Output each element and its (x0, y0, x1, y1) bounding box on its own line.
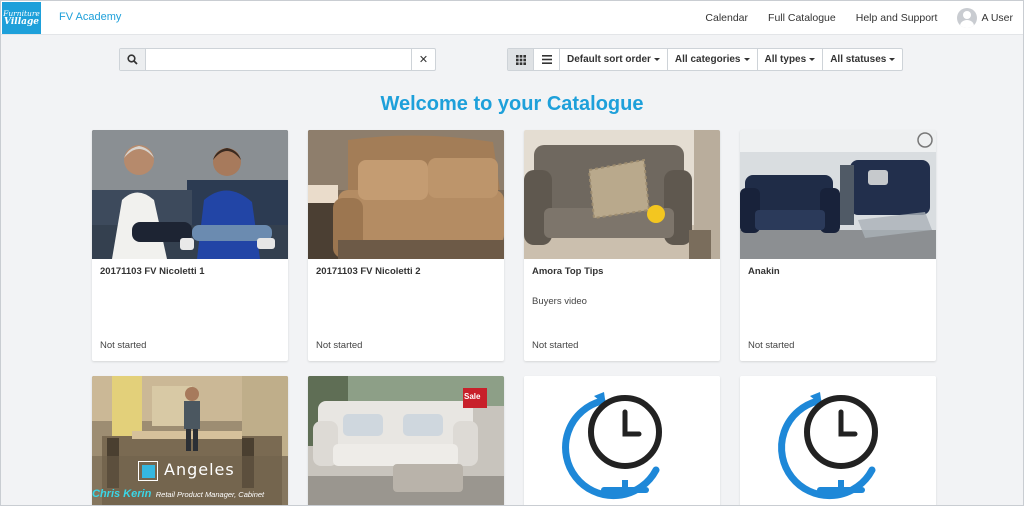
sort-order-dropdown[interactable]: Default sort order (560, 49, 668, 70)
course-thumbnail-image (740, 130, 936, 259)
user-name: A User (981, 12, 1013, 24)
catalogue-card[interactable]: 20171103 FV Nicoletti 1 Not started (92, 130, 288, 361)
chevron-down-icon (653, 58, 660, 61)
video-presenter-role: Retail Product Manager, Cabinet (155, 490, 265, 499)
sort-order-label: Default sort order (567, 54, 651, 65)
search-icon[interactable] (120, 49, 146, 70)
chevron-down-icon (809, 58, 816, 61)
nav-links: Calendar Full Catalogue Help and Support… (685, 1, 1013, 35)
sale-sign: Sale (464, 392, 481, 401)
course-thumbnail-image (524, 130, 720, 259)
course-thumbnail-image: Sale (308, 376, 504, 505)
clock-placeholder-icon (562, 392, 662, 500)
catalogue-card[interactable]: Amora Top Tips Buyers video Not started (524, 130, 720, 361)
clear-search-icon[interactable]: ✕ (411, 49, 435, 70)
card-title: 20171103 FV Nicoletti 2 (316, 266, 421, 277)
video-overlay-brand: Angeles (164, 460, 235, 479)
card-title: Amora Top Tips (532, 266, 604, 277)
types-label: All types (764, 54, 807, 65)
catalogue-controls: Default sort order All categories All ty… (507, 48, 904, 71)
statuses-dropdown[interactable]: All statuses (823, 49, 902, 70)
list-icon (541, 55, 552, 64)
course-thumbnail-image (92, 130, 288, 259)
furniture-village-logo[interactable]: Furniture Village (2, 2, 41, 34)
search-box: ✕ (119, 48, 436, 71)
card-subtitle: Buyers video (532, 296, 587, 307)
categories-dropdown[interactable]: All categories (668, 49, 758, 70)
statuses-label: All statuses (830, 54, 887, 65)
catalogue-card[interactable]: Sale (308, 376, 504, 505)
course-thumbnail-image (308, 130, 504, 259)
app-window: Furniture Village FV Academy Calendar Fu… (0, 0, 1024, 506)
avatar-icon (957, 8, 978, 28)
list-view-button[interactable] (534, 49, 560, 70)
top-navbar: Furniture Village FV Academy Calendar Fu… (1, 1, 1023, 35)
card-title: 20171103 FV Nicoletti 1 (100, 266, 205, 277)
catalogue-card[interactable]: Angeles Chris Kerin Retail Product Manag… (92, 376, 288, 505)
search-input[interactable] (146, 49, 411, 70)
grid-icon (515, 54, 526, 65)
card-status: Not started (748, 340, 795, 351)
course-thumbnail-image (524, 376, 720, 505)
user-menu[interactable]: A User (957, 8, 1013, 28)
video-lower-third: Chris Kerin Retail Product Manager, Cabi… (92, 484, 264, 502)
course-thumbnail-image: Angeles Chris Kerin Retail Product Manag… (92, 376, 288, 505)
logo-text-line2: Village (4, 17, 39, 27)
nav-help-support-link[interactable]: Help and Support (856, 12, 938, 24)
grid-view-button[interactable] (508, 49, 534, 70)
nav-calendar-link[interactable]: Calendar (705, 12, 748, 24)
video-presenter-name: Chris Kerin (92, 488, 152, 500)
card-status: Not started (532, 340, 579, 351)
page-title: Welcome to your Catalogue (380, 93, 644, 115)
catalogue-card[interactable] (524, 376, 720, 505)
catalogue-card[interactable] (740, 376, 936, 505)
card-status: Not started (100, 340, 147, 351)
categories-label: All categories (674, 54, 741, 65)
catalogue-card[interactable]: 20171103 FV Nicoletti 2 Not started (308, 130, 504, 361)
catalogue-card[interactable]: Anakin Not started (740, 130, 936, 361)
card-status: Not started (316, 340, 363, 351)
types-dropdown[interactable]: All types (758, 49, 824, 70)
brand-link[interactable]: FV Academy (59, 11, 121, 23)
card-title: Anakin (748, 266, 780, 277)
course-thumbnail-image (740, 376, 936, 505)
clock-placeholder-icon (778, 392, 878, 500)
nav-full-catalogue-link[interactable]: Full Catalogue (768, 12, 836, 24)
chevron-down-icon (743, 58, 750, 61)
angeles-logo-icon (138, 461, 158, 481)
chevron-down-icon (889, 58, 896, 61)
